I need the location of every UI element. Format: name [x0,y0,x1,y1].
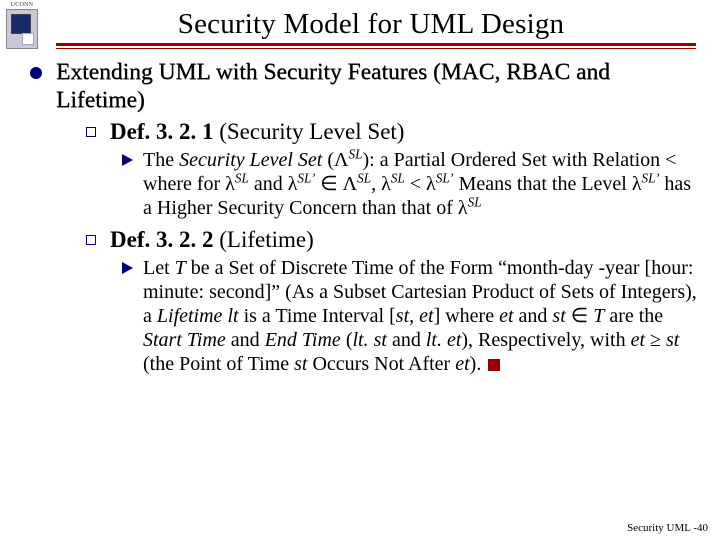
bullet-level2-def2: Def. 3. 2. 2 (Lifetime) [86,226,700,254]
title-rule [56,43,696,49]
def1-heading: Def. 3. 2. 1 (Security Level Set) [110,118,404,146]
square-bullet-icon [86,127,96,137]
disc-bullet-icon [30,67,42,79]
def2-body: Let T be a Set of Discrete Time of the F… [143,256,700,376]
level1-text: Extending UML with Security Features (MA… [56,59,700,114]
end-square-icon [488,359,500,371]
triangle-bullet-icon [122,262,133,274]
triangle-bullet-icon [122,154,133,166]
def1-label: Def. 3. 2. 1 [110,119,213,144]
square-bullet-icon [86,235,96,245]
slide: UCONN Security Model for UML Design Exte… [0,0,720,540]
logo-text: UCONN [2,2,42,8]
content: Extending UML with Security Features (MA… [12,59,700,376]
def2-heading: Def. 3. 2. 2 (Lifetime) [110,226,314,254]
slide-footer: Security UML -40 [627,522,708,534]
def1-body: The Security Level Set (ΛSL): a Partial … [143,148,700,220]
def2-name: (Lifetime) [219,227,314,252]
bullet-level1: Extending UML with Security Features (MA… [30,59,700,114]
bullet-level2-def1: Def. 3. 2. 1 (Security Level Set) [86,118,700,146]
bullet-level3-def1-body: The Security Level Set (ΛSL): a Partial … [122,148,700,220]
def2-label: Def. 3. 2. 2 [110,227,213,252]
bullet-level3-def2-body: Let T be a Set of Discrete Time of the F… [122,256,700,376]
logo-box [6,9,38,49]
def1-name: (Security Level Set) [219,119,404,144]
slide-title: Security Model for UML Design [12,8,700,41]
uconn-logo: UCONN [2,2,42,54]
